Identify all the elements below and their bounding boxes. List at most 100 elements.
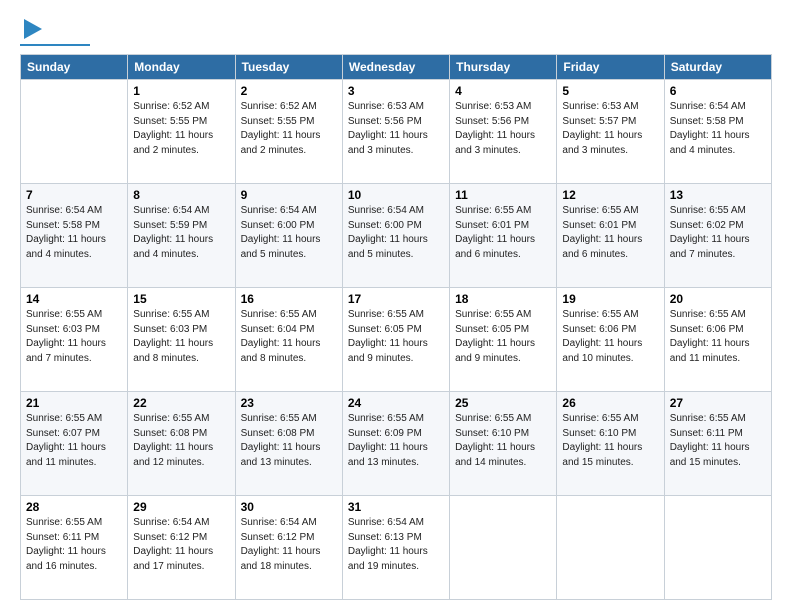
day-cell: 30Sunrise: 6:54 AM Sunset: 6:12 PM Dayli…: [235, 496, 342, 600]
day-number: 8: [133, 188, 229, 202]
day-number: 23: [241, 396, 337, 410]
day-number: 2: [241, 84, 337, 98]
day-number: 1: [133, 84, 229, 98]
week-row-4: 21 Sunrise: 6:55 AM Sunset: 6:07 PM Dayli…: [21, 392, 772, 496]
day-number: 4: [455, 84, 551, 98]
week-row-1: 1 Sunrise: 6:52 AM Sunset: 5:55 PM Daylig…: [21, 80, 772, 184]
day-cell: 8 Sunrise: 6:54 AM Sunset: 5:59 PM Daylig…: [128, 184, 235, 288]
weekday-header-friday: Friday: [557, 55, 664, 80]
day-number: 12: [562, 188, 658, 202]
day-number: 15: [133, 292, 229, 306]
day-cell: [557, 496, 664, 600]
day-info: Sunrise: 6:55 AM Sunset: 6:11 PM Dayligh…: [26, 516, 122, 574]
day-cell: 1 Sunrise: 6:52 AM Sunset: 5:55 PM Daylig…: [128, 80, 235, 184]
day-number: 27: [670, 396, 766, 410]
day-info: Sunrise: 6:55 AM Sunset: 6:03 PM Dayligh…: [26, 308, 122, 366]
day-cell: 10Sunrise: 6:54 AM Sunset: 6:00 PM Dayli…: [342, 184, 449, 288]
day-cell: 6Sunrise: 6:54 AM Sunset: 5:58 PM Daylig…: [664, 80, 771, 184]
weekday-header-monday: Monday: [128, 55, 235, 80]
day-number: 26: [562, 396, 658, 410]
day-cell: 26 Sunrise: 6:55 AM Sunset: 6:10 PM Dayli…: [557, 392, 664, 496]
day-cell: 17Sunrise: 6:55 AM Sunset: 6:05 PM Dayli…: [342, 288, 449, 392]
day-cell: 18 Sunrise: 6:55 AM Sunset: 6:05 PM Dayli…: [450, 288, 557, 392]
day-number: 28: [26, 500, 122, 514]
day-info: Sunrise: 6:55 AM Sunset: 6:08 PM Dayligh…: [241, 412, 337, 470]
day-number: 3: [348, 84, 444, 98]
day-number: 5: [562, 84, 658, 98]
day-info: Sunrise: 6:52 AM Sunset: 5:55 PM Dayligh…: [241, 100, 337, 158]
day-info: Sunrise: 6:55 AM Sunset: 6:04 PM Dayligh…: [241, 308, 337, 366]
day-number: 21: [26, 396, 122, 410]
day-info: Sunrise: 6:54 AM Sunset: 5:58 PM Dayligh…: [26, 204, 122, 262]
day-cell: 16 Sunrise: 6:55 AM Sunset: 6:04 PM Dayli…: [235, 288, 342, 392]
logo-arrow-icon: [24, 19, 42, 39]
day-info: Sunrise: 6:55 AM Sunset: 6:10 PM Dayligh…: [562, 412, 658, 470]
day-cell: 22 Sunrise: 6:55 AM Sunset: 6:08 PM Dayli…: [128, 392, 235, 496]
day-cell: 19Sunrise: 6:55 AM Sunset: 6:06 PM Dayli…: [557, 288, 664, 392]
day-info: Sunrise: 6:53 AM Sunset: 5:56 PM Dayligh…: [348, 100, 444, 158]
day-cell: 21 Sunrise: 6:55 AM Sunset: 6:07 PM Dayli…: [21, 392, 128, 496]
day-cell: 14 Sunrise: 6:55 AM Sunset: 6:03 PM Dayli…: [21, 288, 128, 392]
day-number: 31: [348, 500, 444, 514]
day-cell: [21, 80, 128, 184]
day-cell: 4 Sunrise: 6:53 AM Sunset: 5:56 PM Daylig…: [450, 80, 557, 184]
day-number: 10: [348, 188, 444, 202]
week-row-2: 7 Sunrise: 6:54 AM Sunset: 5:58 PM Daylig…: [21, 184, 772, 288]
day-number: 24: [348, 396, 444, 410]
day-info: Sunrise: 6:54 AM Sunset: 5:59 PM Dayligh…: [133, 204, 229, 262]
day-number: 18: [455, 292, 551, 306]
weekday-header-sunday: Sunday: [21, 55, 128, 80]
day-cell: 23 Sunrise: 6:55 AM Sunset: 6:08 PM Dayli…: [235, 392, 342, 496]
week-row-5: 28 Sunrise: 6:55 AM Sunset: 6:11 PM Dayli…: [21, 496, 772, 600]
day-number: 29: [133, 500, 229, 514]
day-number: 20: [670, 292, 766, 306]
day-cell: 15 Sunrise: 6:55 AM Sunset: 6:03 PM Dayli…: [128, 288, 235, 392]
day-cell: 5 Sunrise: 6:53 AM Sunset: 5:57 PM Daylig…: [557, 80, 664, 184]
day-info: Sunrise: 6:54 AM Sunset: 6:00 PM Dayligh…: [241, 204, 337, 262]
day-number: 16: [241, 292, 337, 306]
day-info: Sunrise: 6:53 AM Sunset: 5:57 PM Dayligh…: [562, 100, 658, 158]
day-number: 22: [133, 396, 229, 410]
day-number: 11: [455, 188, 551, 202]
day-cell: 29 Sunrise: 6:54 AM Sunset: 6:12 PM Dayli…: [128, 496, 235, 600]
day-info: Sunrise: 6:54 AM Sunset: 5:58 PM Dayligh…: [670, 100, 766, 158]
day-number: 30: [241, 500, 337, 514]
day-info: Sunrise: 6:55 AM Sunset: 6:10 PM Dayligh…: [455, 412, 551, 470]
logo-underline: [20, 44, 90, 46]
day-cell: 12 Sunrise: 6:55 AM Sunset: 6:01 PM Dayli…: [557, 184, 664, 288]
day-number: 14: [26, 292, 122, 306]
day-cell: 7 Sunrise: 6:54 AM Sunset: 5:58 PM Daylig…: [21, 184, 128, 288]
day-info: Sunrise: 6:55 AM Sunset: 6:09 PM Dayligh…: [348, 412, 444, 470]
day-info: Sunrise: 6:55 AM Sunset: 6:08 PM Dayligh…: [133, 412, 229, 470]
weekday-header-tuesday: Tuesday: [235, 55, 342, 80]
day-cell: [664, 496, 771, 600]
weekday-header-saturday: Saturday: [664, 55, 771, 80]
day-number: 7: [26, 188, 122, 202]
day-info: Sunrise: 6:55 AM Sunset: 6:02 PM Dayligh…: [670, 204, 766, 262]
day-info: Sunrise: 6:55 AM Sunset: 6:03 PM Dayligh…: [133, 308, 229, 366]
day-cell: 31 Sunrise: 6:54 AM Sunset: 6:13 PM Dayli…: [342, 496, 449, 600]
day-info: Sunrise: 6:54 AM Sunset: 6:12 PM Dayligh…: [133, 516, 229, 574]
day-info: Sunrise: 6:52 AM Sunset: 5:55 PM Dayligh…: [133, 100, 229, 158]
day-info: Sunrise: 6:55 AM Sunset: 6:05 PM Dayligh…: [348, 308, 444, 366]
day-number: 9: [241, 188, 337, 202]
day-cell: 13Sunrise: 6:55 AM Sunset: 6:02 PM Dayli…: [664, 184, 771, 288]
header: [20, 18, 772, 46]
day-cell: 20Sunrise: 6:55 AM Sunset: 6:06 PM Dayli…: [664, 288, 771, 392]
day-info: Sunrise: 6:55 AM Sunset: 6:01 PM Dayligh…: [455, 204, 551, 262]
day-info: Sunrise: 6:55 AM Sunset: 6:11 PM Dayligh…: [670, 412, 766, 470]
day-cell: 25Sunrise: 6:55 AM Sunset: 6:10 PM Dayli…: [450, 392, 557, 496]
day-info: Sunrise: 6:55 AM Sunset: 6:05 PM Dayligh…: [455, 308, 551, 366]
day-info: Sunrise: 6:55 AM Sunset: 6:07 PM Dayligh…: [26, 412, 122, 470]
week-row-3: 14 Sunrise: 6:55 AM Sunset: 6:03 PM Dayli…: [21, 288, 772, 392]
day-info: Sunrise: 6:55 AM Sunset: 6:01 PM Dayligh…: [562, 204, 658, 262]
day-number: 19: [562, 292, 658, 306]
day-info: Sunrise: 6:53 AM Sunset: 5:56 PM Dayligh…: [455, 100, 551, 158]
day-cell: 3 Sunrise: 6:53 AM Sunset: 5:56 PM Daylig…: [342, 80, 449, 184]
page: SundayMondayTuesdayWednesdayThursdayFrid…: [0, 0, 792, 612]
day-cell: 2 Sunrise: 6:52 AM Sunset: 5:55 PM Daylig…: [235, 80, 342, 184]
weekday-header-wednesday: Wednesday: [342, 55, 449, 80]
day-info: Sunrise: 6:54 AM Sunset: 6:13 PM Dayligh…: [348, 516, 444, 574]
day-cell: 27 Sunrise: 6:55 AM Sunset: 6:11 PM Dayli…: [664, 392, 771, 496]
day-cell: 28 Sunrise: 6:55 AM Sunset: 6:11 PM Dayli…: [21, 496, 128, 600]
